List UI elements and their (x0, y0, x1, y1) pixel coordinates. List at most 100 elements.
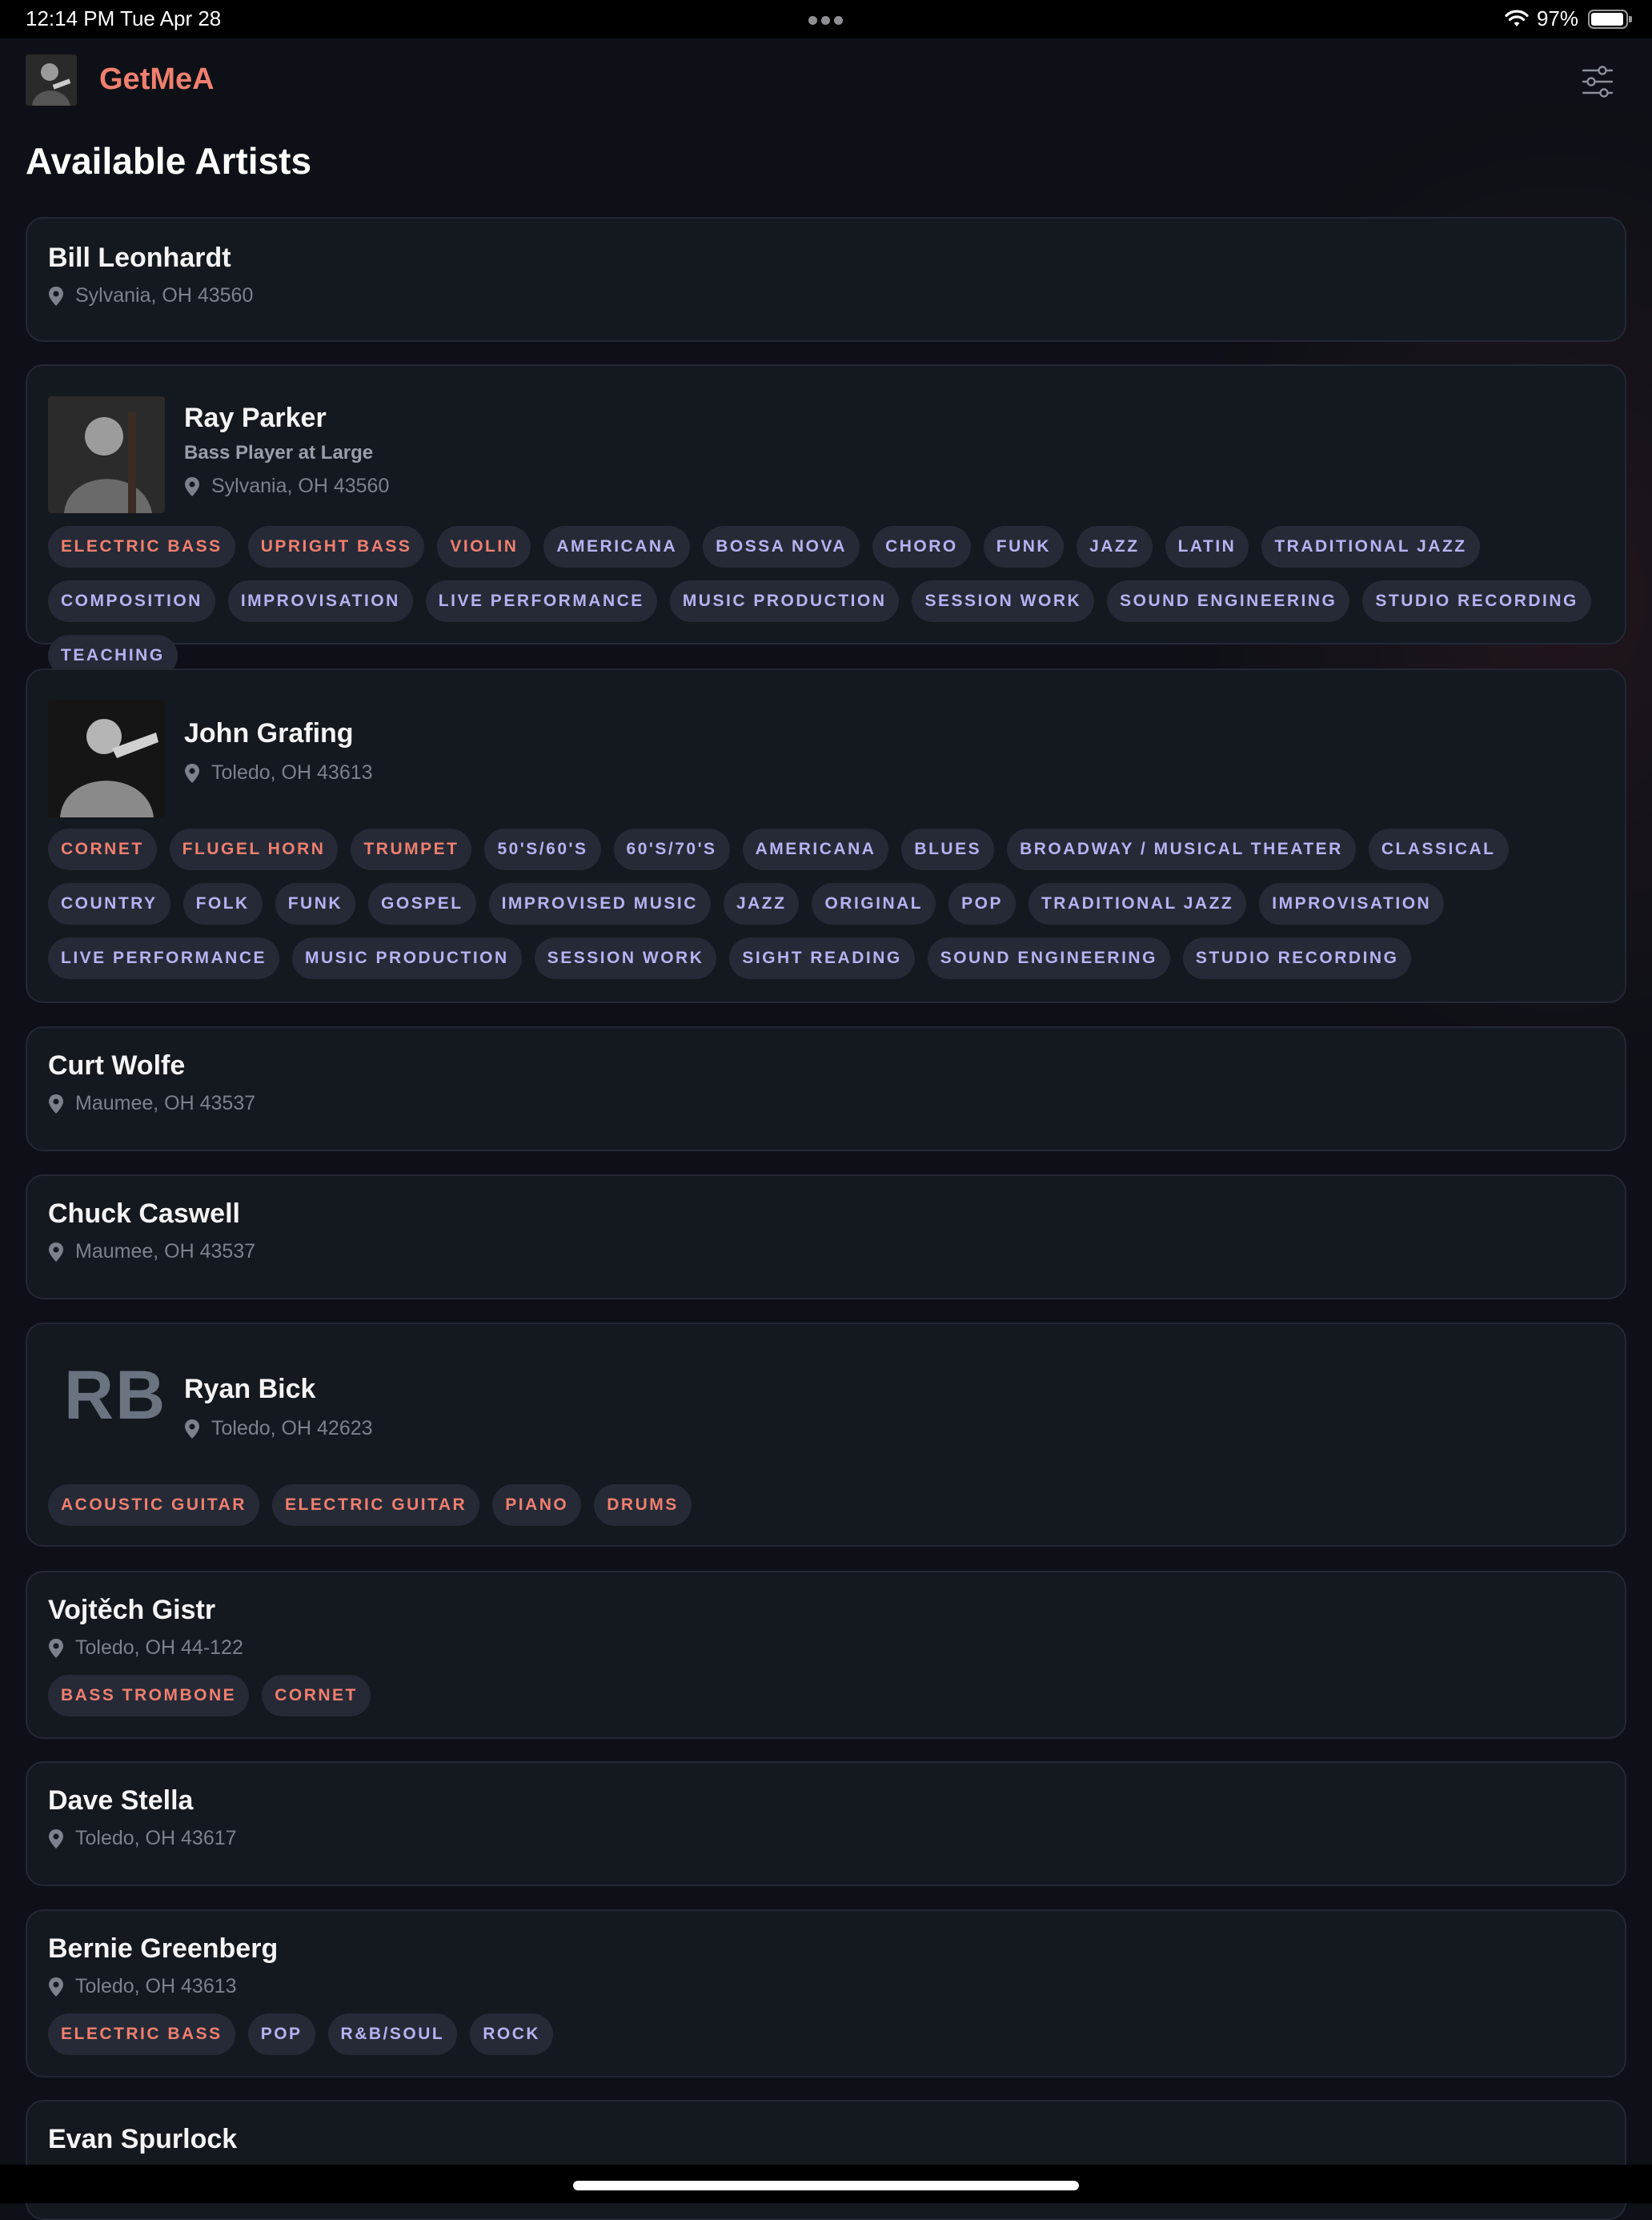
genre-tag[interactable]: IMPROVISED MUSIC (488, 883, 711, 925)
battery-icon (1588, 9, 1632, 29)
genre-tag[interactable]: AMERICANA (742, 829, 889, 870)
instrument-tag[interactable]: ELECTRIC GUITAR (271, 1484, 480, 1526)
artist-card[interactable]: John Grafing Toledo, OH 43613 CORNET FLU… (26, 668, 1626, 1003)
avatar-photo-icon (26, 54, 77, 106)
artist-initials-avatar: RB (64, 1357, 167, 1434)
genre-tag[interactable]: BLUES (901, 829, 995, 870)
skill-tag[interactable]: MUSIC PRODUCTION (292, 937, 522, 979)
status-bar: 12:14 PM Tue Apr 28 97% (0, 0, 1652, 38)
status-right: 97% (1505, 6, 1632, 31)
multitasking-dots-icon[interactable] (808, 14, 847, 29)
genre-tag[interactable]: TRADITIONAL JAZZ (1028, 883, 1247, 925)
instrument-tag[interactable]: PIANO (492, 1484, 582, 1526)
genre-tag[interactable]: JAZZ (723, 883, 800, 925)
genre-tag[interactable]: BROADWAY / MUSICAL THEATER (1007, 829, 1356, 870)
tag-list: ELECTRIC BASS POP R&B/SOUL ROCK (48, 2013, 1617, 2068)
brand-logo-text[interactable]: GetMeA (99, 62, 215, 97)
skill-tag[interactable]: SIGHT READING (729, 937, 915, 979)
artist-name: Ray Parker (184, 403, 327, 433)
artist-name: Evan Spurlock (48, 2124, 238, 2154)
instrument-tag[interactable]: VIOLIN (437, 526, 531, 568)
skill-tag[interactable]: IMPROVISATION (227, 580, 413, 622)
genre-tag[interactable]: GOSPEL (368, 883, 476, 925)
artist-location: Toledo, OH 43613 (48, 1975, 237, 1998)
genre-tag[interactable]: 50'S/60'S (484, 829, 601, 870)
artist-card[interactable]: Bill Leonhardt Sylvania, OH 43560 (26, 217, 1626, 342)
artist-tagline: Bass Player at Large (184, 442, 374, 464)
instrument-tag[interactable]: DRUMS (594, 1484, 692, 1526)
artist-photo (48, 396, 165, 513)
home-indicator[interactable] (573, 2181, 1079, 2190)
genre-tag[interactable]: R&B/SOUL (327, 2013, 458, 2055)
location-pin-icon (49, 1829, 63, 1849)
genre-tag[interactable]: COUNTRY (48, 883, 170, 925)
artist-card[interactable]: Bernie Greenberg Toledo, OH 43613 ELECTR… (26, 1909, 1626, 2077)
instrument-tag[interactable]: ACOUSTIC GUITAR (48, 1484, 259, 1526)
instrument-tag[interactable]: FLUGEL HORN (169, 829, 339, 870)
skill-tag[interactable]: SESSION WORK (912, 580, 1095, 622)
tag-list: ACOUSTIC GUITAR ELECTRIC GUITAR PIANO DR… (48, 1484, 1617, 1539)
tag-list: BASS TROMBONE CORNET (48, 1675, 1617, 1729)
genre-tag[interactable]: FOLK (182, 883, 263, 925)
sliders-icon (1582, 66, 1614, 98)
artist-photo (48, 701, 165, 817)
artist-card[interactable]: Vojtěch Gistr Toledo, OH 44-122 BASS TRO… (26, 1571, 1626, 1739)
location-pin-icon (49, 1242, 63, 1262)
artist-card[interactable]: Curt Wolfe Maumee, OH 43537 (26, 1026, 1626, 1151)
skill-tag[interactable]: LIVE PERFORMANCE (425, 580, 657, 622)
skill-tag[interactable]: SESSION WORK (534, 937, 717, 979)
skill-tag[interactable]: STUDIO RECORDING (1182, 937, 1412, 979)
artist-name: Bernie Greenberg (48, 1933, 279, 1964)
artist-location: Toledo, OH 44-122 (48, 1636, 243, 1660)
instrument-tag[interactable]: CORNET (48, 829, 157, 870)
instrument-tag[interactable]: TRUMPET (351, 829, 472, 870)
genre-tag[interactable]: TRADITIONAL JAZZ (1261, 526, 1480, 568)
skill-tag[interactable]: IMPROVISATION (1259, 883, 1445, 925)
genre-tag[interactable]: ORIGINAL (812, 883, 936, 925)
tag-list: ELECTRIC BASS UPRIGHT BASS VIOLIN AMERIC… (48, 526, 1617, 689)
instrument-tag[interactable]: ELECTRIC BASS (48, 526, 235, 568)
instrument-tag[interactable]: CORNET (262, 1675, 371, 1716)
genre-tag[interactable]: BOSSA NOVA (703, 526, 860, 568)
location-pin-icon (185, 763, 199, 783)
genre-tag[interactable]: ROCK (470, 2013, 554, 2055)
artist-name: Dave Stella (48, 1785, 194, 1816)
genre-tag[interactable]: 60'S/70'S (613, 829, 730, 870)
artist-location: Maumee, OH 43537 (48, 1092, 255, 1115)
page-title: Available Artists (26, 140, 312, 182)
artist-card[interactable]: RB Ryan Bick Toledo, OH 42623 ACOUSTIC G… (26, 1323, 1626, 1547)
instrument-tag[interactable]: ELECTRIC BASS (48, 2013, 235, 2055)
artist-location: Toledo, OH 43617 (48, 1827, 237, 1850)
instrument-tag[interactable]: BASS TROMBONE (48, 1675, 250, 1716)
location-pin-icon (185, 476, 199, 496)
genre-tag[interactable]: POP (948, 883, 1016, 925)
artist-card[interactable]: Dave Stella Toledo, OH 43617 (26, 1761, 1626, 1886)
genre-tag[interactable]: CHORO (872, 526, 971, 568)
genre-tag[interactable]: AMERICANA (543, 526, 691, 568)
artist-card[interactable]: Chuck Caswell Maumee, OH 43537 (26, 1174, 1626, 1299)
filter-button[interactable] (1578, 62, 1617, 101)
skill-tag[interactable]: SOUND ENGINEERING (1107, 580, 1350, 622)
genre-tag[interactable]: FUNK (275, 883, 356, 925)
skill-tag[interactable]: LIVE PERFORMANCE (48, 937, 280, 979)
artist-name: Chuck Caswell (48, 1198, 240, 1229)
genre-tag[interactable]: FUNK (983, 526, 1065, 568)
artist-name: Bill Leonhardt (48, 243, 231, 273)
artist-name: Ryan Bick (184, 1374, 316, 1404)
genre-tag[interactable]: LATIN (1165, 526, 1249, 568)
skill-tag[interactable]: STUDIO RECORDING (1362, 580, 1591, 622)
tag-list: CORNET FLUGEL HORN TRUMPET 50'S/60'S 60'… (48, 829, 1617, 992)
instrument-tag[interactable]: UPRIGHT BASS (247, 526, 425, 568)
genre-tag[interactable]: JAZZ (1077, 526, 1153, 568)
skill-tag[interactable]: SOUND ENGINEERING (927, 937, 1170, 979)
battery-percent: 97% (1536, 6, 1578, 30)
artist-card[interactable]: Ray Parker Bass Player at Large Sylvania… (26, 364, 1626, 676)
genre-tag[interactable]: CLASSICAL (1368, 829, 1509, 870)
user-avatar[interactable] (26, 54, 77, 106)
status-time: 12:14 PM Tue Apr 28 (26, 6, 222, 30)
location-pin-icon (49, 1638, 63, 1658)
artist-location: Sylvania, OH 43560 (48, 284, 253, 307)
skill-tag[interactable]: MUSIC PRODUCTION (669, 580, 900, 622)
genre-tag[interactable]: POP (247, 2013, 315, 2055)
skill-tag[interactable]: COMPOSITION (48, 580, 215, 622)
